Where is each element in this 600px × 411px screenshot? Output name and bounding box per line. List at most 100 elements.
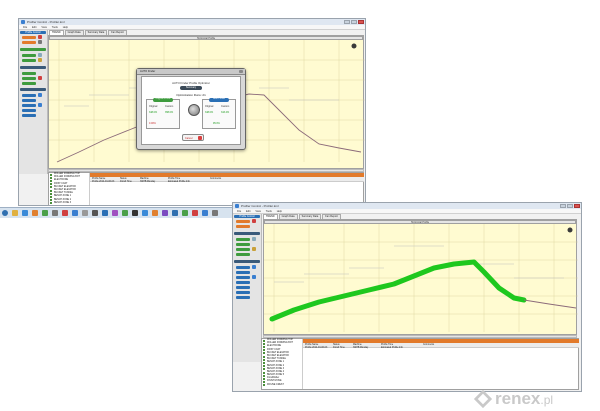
sidebar-button[interactable] — [236, 238, 250, 241]
profile-chart[interactable]: Horizontal Profile — [263, 219, 578, 335]
minimize-button[interactable] — [344, 20, 350, 24]
sidebar-button[interactable] — [236, 281, 250, 284]
optimization-runs: Optimization Runs: 21 — [176, 93, 206, 97]
progress-dial-icon — [188, 104, 200, 116]
sidebar-button[interactable] — [236, 220, 250, 223]
sidebar-button[interactable] — [236, 266, 250, 269]
control-sidebar: Profile Control — [19, 30, 48, 174]
tool-icon[interactable] — [38, 58, 42, 62]
app-icon[interactable] — [72, 210, 78, 216]
browser-icon[interactable] — [22, 210, 28, 216]
app-icon[interactable] — [122, 210, 128, 216]
summary-pill: Summary — [180, 86, 202, 90]
folder-icon[interactable] — [12, 210, 18, 216]
tool-icon[interactable] — [38, 53, 42, 57]
maximize-button[interactable] — [351, 20, 357, 24]
sidebar-section — [234, 232, 260, 235]
tool-icon[interactable] — [252, 247, 256, 251]
table-row[interactable]: Profile 2014-04-06-03 Finish Time NSHB M… — [303, 347, 579, 350]
sidebar-button[interactable] — [22, 54, 36, 57]
app-icon[interactable] — [192, 210, 198, 216]
profile-line — [523, 299, 577, 309]
bottom-panel: ROLLER FORMING TOP ROLLER FORMING BOT EL… — [261, 338, 579, 390]
sidebar-button[interactable] — [22, 72, 36, 75]
app-icon[interactable] — [172, 210, 178, 216]
list-item[interactable]: BENCH ZONE 3 — [49, 202, 89, 205]
sidebar-header: Profile Control — [234, 215, 260, 218]
app-icon[interactable] — [112, 210, 118, 216]
sidebar-button[interactable] — [22, 109, 36, 112]
app-icon[interactable] — [182, 210, 188, 216]
cell-profile-time: Estimated Profile Info — [168, 181, 190, 183]
brand-name: renex — [495, 389, 541, 408]
app-icon[interactable] — [152, 210, 158, 216]
app-icon[interactable] — [102, 210, 108, 216]
sidebar-button[interactable] — [22, 104, 36, 107]
settings-icon[interactable] — [351, 43, 357, 49]
app-icon[interactable] — [202, 210, 208, 216]
tool-icon[interactable] — [252, 237, 256, 241]
tool-icon[interactable] — [252, 265, 256, 269]
minimize-button[interactable] — [560, 204, 566, 208]
app-icon[interactable] — [92, 210, 98, 216]
sidebar-button[interactable] — [22, 99, 36, 102]
control-sidebar: Profile Control — [233, 214, 262, 362]
sidebar-button[interactable] — [22, 77, 36, 80]
dialog-body: AUTO Finder Profile Optimizer Summary Op… — [141, 76, 241, 145]
sidebar-button[interactable] — [22, 59, 36, 62]
cell-machine: NSHB Monday — [140, 181, 156, 183]
sidebar-button[interactable] — [22, 114, 36, 117]
sidebar-button[interactable] — [236, 296, 250, 299]
sidebar-button[interactable] — [236, 253, 250, 256]
sidebar-button[interactable] — [22, 82, 36, 85]
maximize-button[interactable] — [567, 204, 573, 208]
sidebar-button[interactable] — [236, 271, 250, 274]
window-controls — [344, 20, 364, 24]
app-icon[interactable] — [42, 210, 48, 216]
tool-icon[interactable] — [38, 35, 42, 39]
start-icon[interactable] — [2, 210, 8, 216]
sidebar-button[interactable] — [236, 243, 250, 246]
tool-icon[interactable] — [38, 93, 42, 97]
close-button[interactable] — [574, 204, 580, 208]
tool-icon[interactable] — [252, 219, 256, 223]
tool-icon[interactable] — [252, 275, 256, 279]
settings-icon[interactable] — [567, 227, 573, 233]
cell-profile-time: Estimated Profile Info — [381, 347, 403, 349]
tool-icon[interactable] — [38, 40, 42, 44]
app-icon — [235, 204, 239, 208]
window-title: Profiler Control - Profiler.kml — [241, 204, 279, 208]
app-icon[interactable] — [212, 210, 218, 216]
tool-icon[interactable] — [38, 76, 42, 80]
sidebar-button[interactable] — [236, 291, 250, 294]
cell-status: Finish Time — [120, 181, 132, 183]
sidebar-button[interactable] — [236, 276, 250, 279]
app-icon[interactable] — [132, 210, 138, 216]
cancel-button[interactable]: Cancel — [182, 134, 204, 141]
dialog-close-icon[interactable] — [239, 70, 243, 73]
list-item[interactable]: MOUSE CREST — [262, 384, 302, 387]
app-icon[interactable] — [52, 210, 58, 216]
best-profile-header: Best Profile — [209, 98, 229, 102]
sidebar-button[interactable] — [236, 225, 250, 228]
sidebar-button[interactable] — [22, 41, 36, 44]
object-list: ROLLER FORMING TOP ROLLER FORMING BOT EL… — [49, 173, 90, 205]
best-profile-panel: Best Profile Original Custom 348.0% 343.… — [202, 98, 236, 129]
orig-label-2: Custom — [165, 105, 174, 108]
sidebar-button[interactable] — [22, 94, 36, 97]
sidebar-button[interactable] — [236, 248, 250, 251]
sidebar-button[interactable] — [22, 36, 36, 39]
app-icon[interactable] — [162, 210, 168, 216]
tool-icon[interactable] — [38, 103, 42, 107]
close-button[interactable] — [358, 20, 364, 24]
app-icon[interactable] — [82, 210, 88, 216]
best-value-3: 95.0% — [213, 122, 220, 125]
app-icon[interactable] — [142, 210, 148, 216]
media-icon[interactable] — [32, 210, 38, 216]
orig-label-1: Original — [149, 105, 158, 108]
table-row[interactable]: Profile 2014-04-06-03 Finish Time NSHB M… — [90, 181, 364, 184]
app-icon[interactable] — [62, 210, 68, 216]
best-value-1: 348.0% — [205, 111, 214, 114]
bottom-panel: ROLLER FORMING TOP ROLLER FORMING BOT EL… — [48, 172, 364, 205]
sidebar-button[interactable] — [236, 286, 250, 289]
